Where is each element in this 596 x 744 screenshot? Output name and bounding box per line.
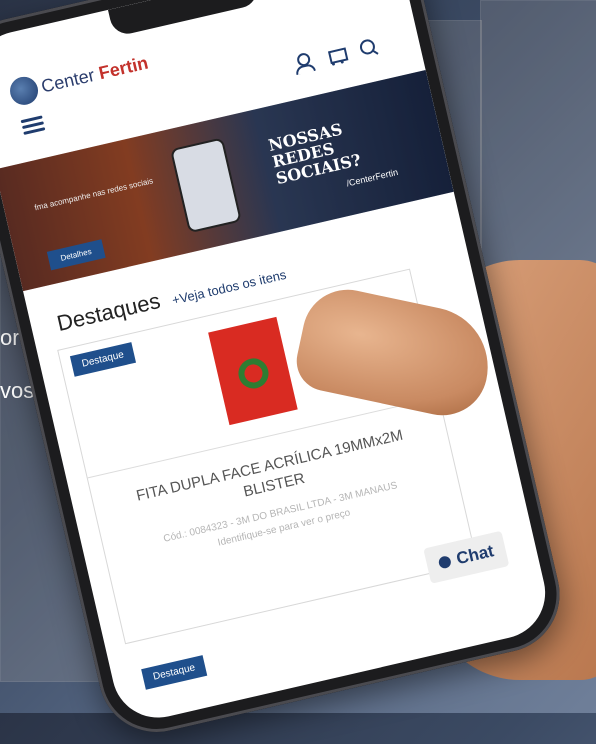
chat-label: Chat [454, 541, 496, 569]
brand-logo[interactable]: Center Fertin [7, 49, 151, 108]
highlight-badge: Destaque [69, 342, 136, 377]
brand-accent: Fertin [96, 52, 150, 83]
warehouse-shelf [480, 0, 596, 282]
brand-name: Center Fertin [39, 52, 150, 97]
highlight-badge-second: Destaque [141, 655, 208, 690]
header-icons [291, 36, 381, 75]
search-icon[interactable] [357, 36, 381, 60]
brand-prefix: Center [39, 63, 102, 97]
mascot-icon [7, 74, 41, 108]
menu-icon[interactable] [20, 115, 46, 136]
chat-icon [437, 554, 453, 570]
product-image[interactable] [208, 316, 298, 426]
tape-roll-image [235, 355, 272, 392]
user-icon[interactable] [291, 51, 315, 75]
cart-icon[interactable] [324, 44, 348, 68]
